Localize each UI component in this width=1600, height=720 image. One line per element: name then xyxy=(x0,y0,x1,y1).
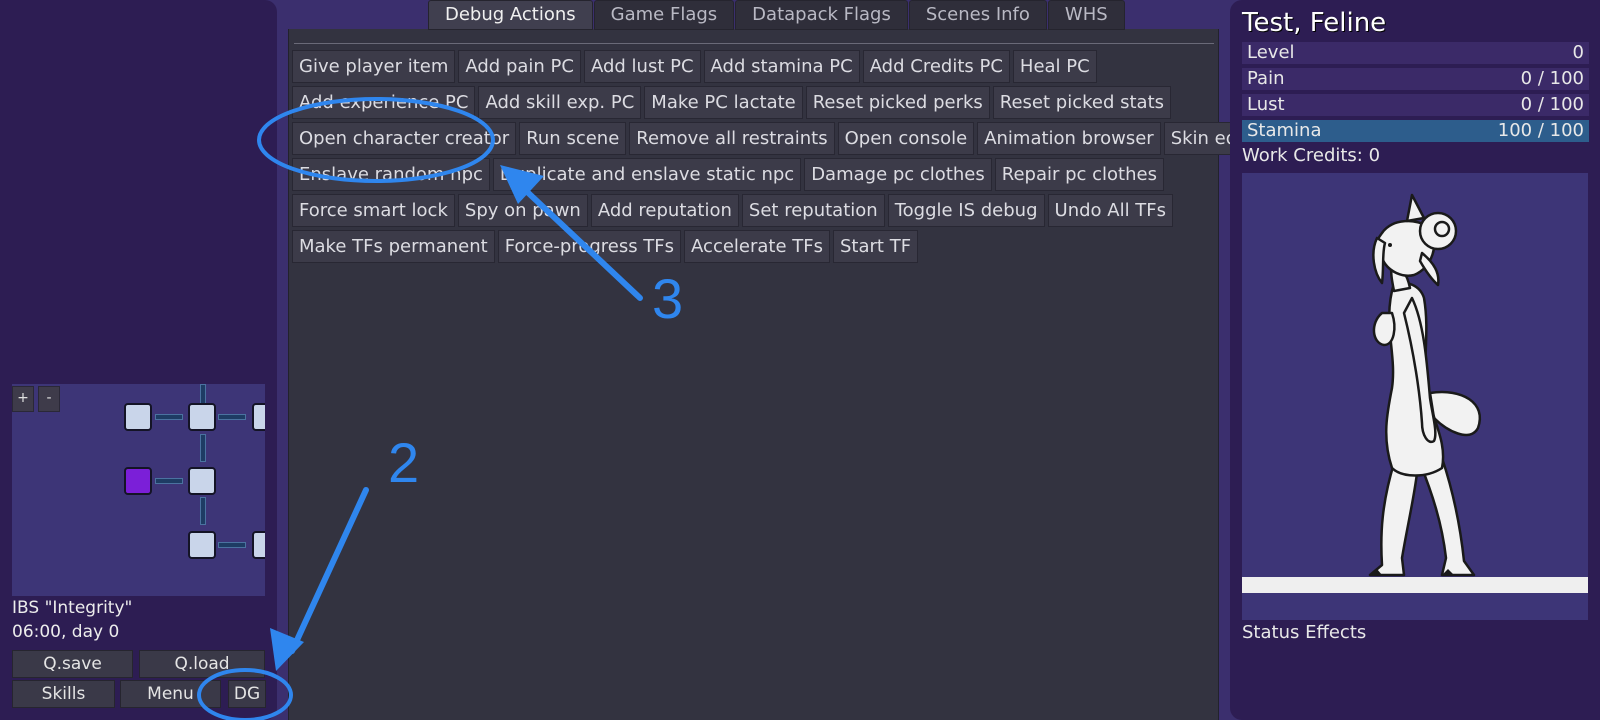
minimap[interactable]: + - xyxy=(12,384,265,596)
stat-level: Level 0 xyxy=(1242,42,1589,64)
stat-value: 0 / 100 xyxy=(1520,94,1584,115)
map-corridor xyxy=(200,434,206,462)
character-figure xyxy=(1368,193,1481,577)
reset-picked-perks-button[interactable]: Reset picked perks xyxy=(805,86,990,119)
tab-game-flags[interactable]: Game Flags xyxy=(593,0,735,30)
map-room xyxy=(188,531,216,559)
stat-label: Level xyxy=(1247,42,1295,63)
work-credits: Work Credits: 0 xyxy=(1242,145,1381,166)
duplicate-enslave-npc-button[interactable]: Duplicate and enslave static npc xyxy=(492,158,802,191)
action-row: Enslave random npc Duplicate and enslave… xyxy=(292,158,1217,191)
add-credits-pc-button[interactable]: Add Credits PC xyxy=(862,50,1010,83)
action-row: Make TFs permanent Force-progress TFs Ac… xyxy=(292,230,1217,263)
tab-whs[interactable]: WHS xyxy=(1047,0,1125,30)
map-room xyxy=(124,403,152,431)
make-tfs-permanent-button[interactable]: Make TFs permanent xyxy=(292,230,495,263)
add-lust-pc-button[interactable]: Add lust PC xyxy=(583,50,701,83)
action-row: Force smart lock Spy on pawn Add reputat… xyxy=(292,194,1217,227)
run-scene-button[interactable]: Run scene xyxy=(519,122,627,155)
debug-dg-button[interactable]: DG xyxy=(228,680,266,708)
force-smart-lock-button[interactable]: Force smart lock xyxy=(292,194,455,227)
set-reputation-button[interactable]: Set reputation xyxy=(741,194,885,227)
remove-all-restraints-button[interactable]: Remove all restraints xyxy=(629,122,835,155)
add-reputation-button[interactable]: Add reputation xyxy=(590,194,739,227)
give-player-item-button[interactable]: Give player item xyxy=(292,50,456,83)
map-room xyxy=(252,403,265,431)
tab-debug-actions[interactable]: Debug Actions xyxy=(428,0,593,30)
force-progress-tfs-button[interactable]: Force-progress TFs xyxy=(497,230,682,263)
status-effects-label: Status Effects xyxy=(1242,622,1367,643)
map-room xyxy=(252,531,265,559)
open-console-button[interactable]: Open console xyxy=(837,122,975,155)
map-corridor xyxy=(218,414,246,420)
stat-lust: Lust 0 / 100 xyxy=(1242,94,1589,116)
tab-datapack-flags[interactable]: Datapack Flags xyxy=(735,0,908,30)
quick-save-button[interactable]: Q.save xyxy=(12,650,133,678)
stat-label: Stamina xyxy=(1247,120,1322,141)
zoom-in-button[interactable]: + xyxy=(12,386,34,412)
stat-pain: Pain 0 / 100 xyxy=(1242,68,1589,90)
stat-value: 0 xyxy=(1572,42,1584,63)
debug-actions-grid: Give player item Add pain PC Add lust PC… xyxy=(292,50,1275,266)
toggle-is-debug-button[interactable]: Toggle IS debug xyxy=(887,194,1045,227)
map-room xyxy=(188,403,216,431)
character-portrait xyxy=(1242,173,1588,620)
animation-browser-button[interactable]: Animation browser xyxy=(977,122,1161,155)
stat-label: Lust xyxy=(1247,94,1285,115)
map-corridor xyxy=(218,542,246,548)
divider xyxy=(294,43,1214,44)
add-stamina-pc-button[interactable]: Add stamina PC xyxy=(703,50,860,83)
spy-on-pawn-button[interactable]: Spy on pawn xyxy=(457,194,588,227)
portrait-floor xyxy=(1242,577,1588,593)
make-pc-lactate-button[interactable]: Make PC lactate xyxy=(644,86,803,119)
damage-pc-clothes-button[interactable]: Damage pc clothes xyxy=(804,158,992,191)
heal-pc-button[interactable]: Heal PC xyxy=(1012,50,1097,83)
map-room-current xyxy=(124,467,152,495)
stat-value: 0 / 100 xyxy=(1520,68,1584,89)
map-corridor xyxy=(155,478,183,484)
location-name: IBS "Integrity" xyxy=(12,598,133,618)
tab-bar: Debug Actions Game Flags Datapack Flags … xyxy=(428,0,1126,30)
action-row: Add experience PC Add skill exp. PC Make… xyxy=(292,86,1217,119)
reset-picked-stats-button[interactable]: Reset picked stats xyxy=(992,86,1172,119)
stat-stamina: Stamina 100 / 100 xyxy=(1242,120,1589,142)
map-corridor xyxy=(200,497,206,525)
tab-scenes-info[interactable]: Scenes Info xyxy=(908,0,1047,30)
stat-label: Pain xyxy=(1247,68,1285,89)
zoom-out-button[interactable]: - xyxy=(38,386,60,412)
add-experience-pc-button[interactable]: Add experience PC xyxy=(292,86,476,119)
menu-button[interactable]: Menu xyxy=(120,680,221,708)
enslave-random-npc-button[interactable]: Enslave random npc xyxy=(292,158,490,191)
skills-button[interactable]: Skills xyxy=(12,680,115,708)
open-character-creator-button[interactable]: Open character creator xyxy=(292,122,517,155)
repair-pc-clothes-button[interactable]: Repair pc clothes xyxy=(994,158,1164,191)
action-row: Give player item Add pain PC Add lust PC… xyxy=(292,50,1217,83)
start-tf-button[interactable]: Start TF xyxy=(833,230,919,263)
game-time: 06:00, day 0 xyxy=(12,622,120,642)
undo-all-tfs-button[interactable]: Undo All TFs xyxy=(1047,194,1174,227)
map-corridor xyxy=(155,414,183,420)
add-skill-exp-pc-button[interactable]: Add skill exp. PC xyxy=(478,86,642,119)
accelerate-tfs-button[interactable]: Accelerate TFs xyxy=(684,230,830,263)
action-row: Open character creator Run scene Remove … xyxy=(292,122,1275,155)
stat-value: 100 / 100 xyxy=(1497,120,1584,141)
map-room xyxy=(188,467,216,495)
map-corridor xyxy=(200,384,206,404)
character-name: Test, Feline xyxy=(1242,8,1387,38)
add-pain-pc-button[interactable]: Add pain PC xyxy=(458,50,581,83)
quick-load-button[interactable]: Q.load xyxy=(139,650,265,678)
